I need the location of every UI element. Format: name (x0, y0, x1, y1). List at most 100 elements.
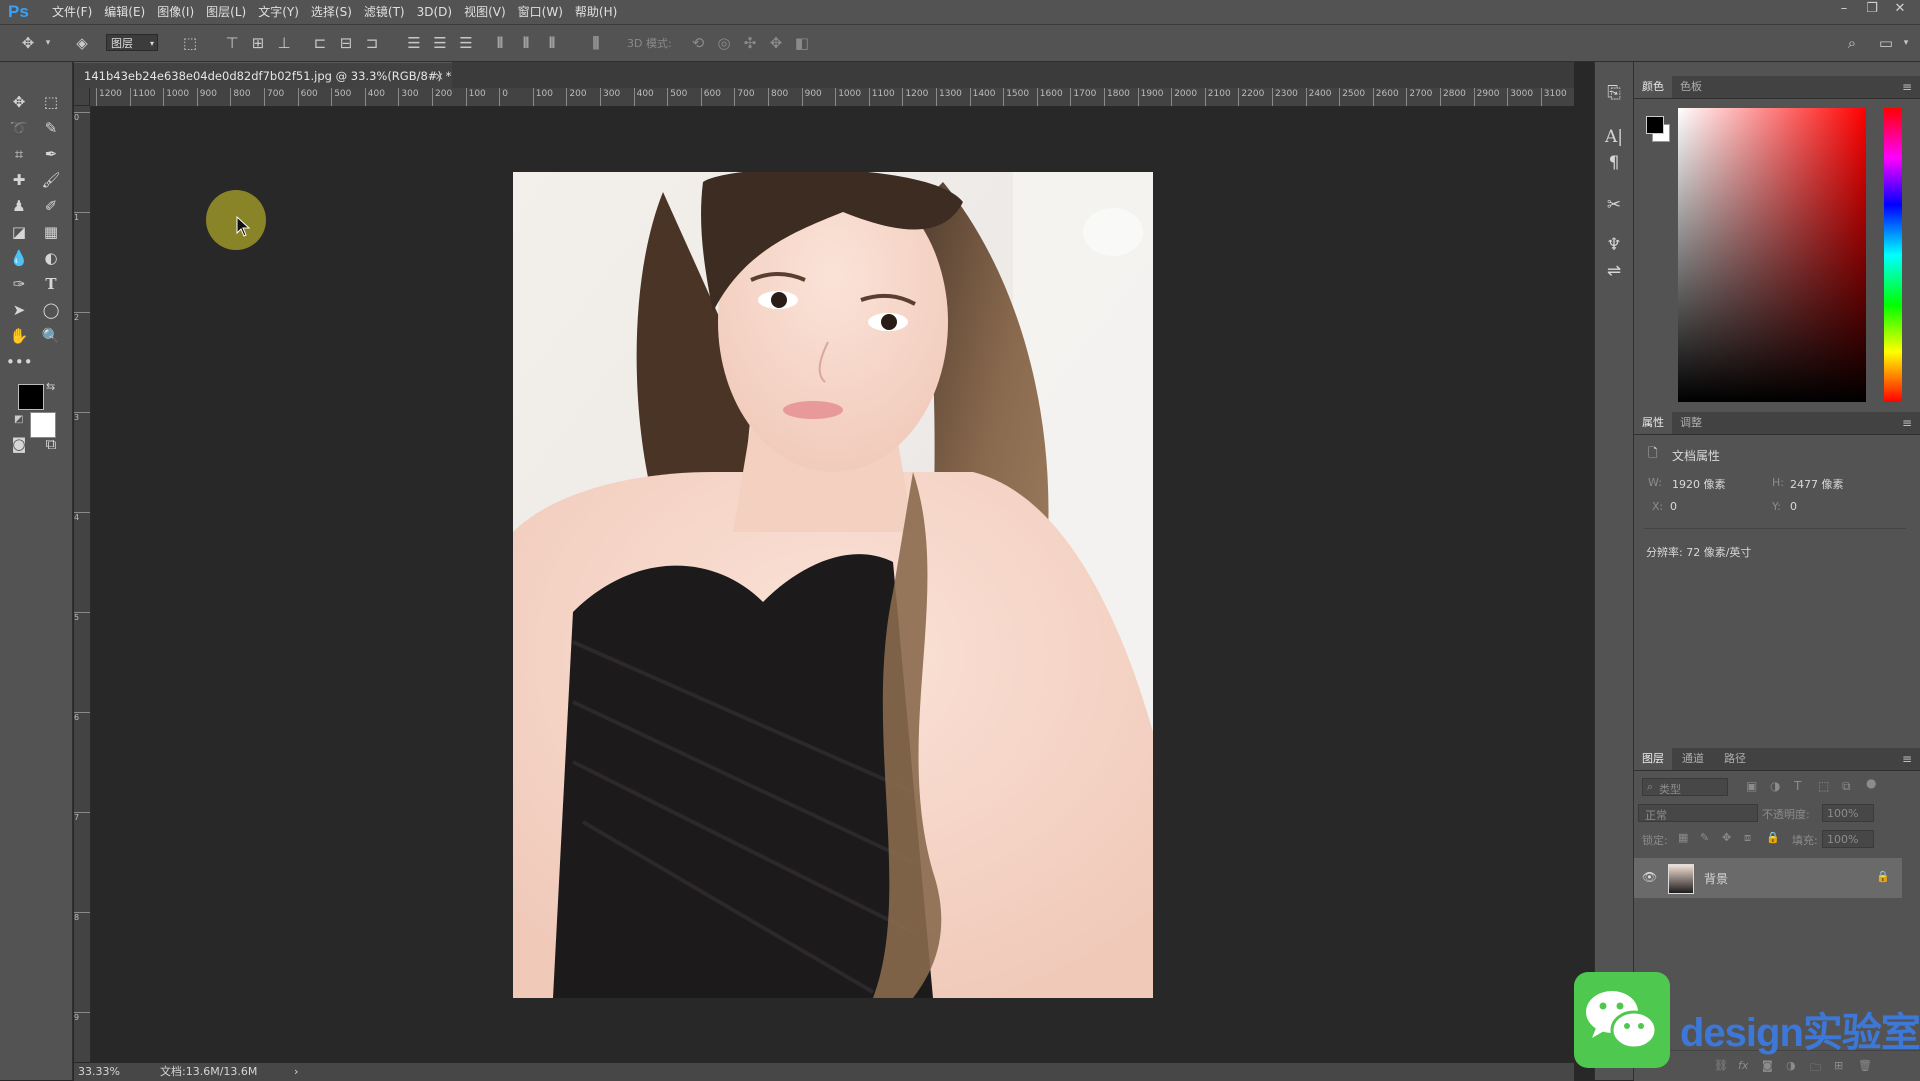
crop-tool-icon[interactable]: ⌗ (6, 142, 32, 166)
status-menu-arrow-icon[interactable]: › (294, 1063, 298, 1081)
lock-pixels-icon[interactable]: ✎ (1700, 831, 1709, 844)
tab-layers[interactable]: 图层 (1634, 748, 1672, 770)
document-tab[interactable]: 141b43eb24e638e04de0d82df7b02f51.jpg @ 3… (74, 62, 452, 88)
vertical-ruler[interactable]: 0 1 2 3 4 5 6 7 8 9 (74, 106, 91, 1062)
lock-all-icon[interactable]: 🔒 (1766, 831, 1780, 844)
clone-stamp-tool-icon[interactable]: ♟ (6, 194, 32, 218)
distribute-vcenter-icon[interactable]: ☰ (430, 33, 450, 53)
document-image[interactable] (513, 172, 1153, 998)
menu-3d[interactable]: 3D(D) (411, 0, 458, 24)
close-button[interactable]: ✕ (1886, 0, 1914, 18)
brush-tool-icon[interactable]: 🖌 (38, 168, 64, 192)
ruler-origin[interactable] (74, 88, 90, 106)
default-colors-icon[interactable]: ◩ (14, 414, 23, 425)
filter-toggle-icon[interactable]: ● (1866, 776, 1876, 790)
filter-type-icon[interactable]: T (1794, 779, 1801, 793)
restore-button[interactable]: ❐ (1858, 0, 1886, 18)
roll-3d-icon[interactable]: ◎ (714, 33, 734, 53)
auto-align-icon[interactable]: ⫼ (586, 33, 606, 53)
link-layers-icon[interactable]: ⛓ (1714, 1059, 1728, 1072)
more-tools-icon[interactable]: ••• (6, 350, 33, 374)
history-brush-tool-icon[interactable]: ✐ (38, 194, 64, 218)
horizontal-ruler[interactable]: 1200 1100 1000 900 800 700 600 500 400 300 200 100 0… (74, 88, 1574, 107)
hand-tool-icon[interactable]: ✋ (6, 324, 32, 348)
new-adjustment-icon[interactable]: ◑ (1786, 1059, 1796, 1072)
distribute-right-icon[interactable]: ⫴ (542, 33, 562, 53)
new-group-icon[interactable]: 🗀 (1810, 1059, 1821, 1078)
blur-tool-icon[interactable]: 💧 (6, 246, 32, 270)
orbit-3d-icon[interactable]: ⟲ (688, 33, 708, 53)
layer-filter-input[interactable]: ⌕ 类型 (1642, 778, 1728, 796)
distribute-top-icon[interactable]: ☰ (404, 33, 424, 53)
delete-layer-icon[interactable]: 🗑 (1858, 1059, 1872, 1072)
tool-preset-chevron-icon[interactable]: ▾ (38, 33, 58, 53)
menu-window[interactable]: 窗口(W) (512, 0, 569, 24)
panel-menu-icon[interactable]: ≡ (1902, 76, 1912, 98)
gradient-tool-icon[interactable]: ▦ (38, 220, 64, 244)
add-mask-icon[interactable]: ◙ (1762, 1059, 1773, 1072)
align-left-icon[interactable]: ⊏ (310, 33, 330, 53)
quick-mask-icon[interactable]: ◙ (6, 432, 32, 456)
character-panel-icon[interactable]: A| (1601, 124, 1627, 150)
close-tab-icon[interactable]: × (434, 63, 444, 89)
pan-3d-icon[interactable]: ✣ (740, 33, 760, 53)
layer-lock-icon[interactable]: 🔒 (1876, 870, 1890, 883)
menu-select[interactable]: 选择(S) (305, 0, 358, 24)
distribute-hcenter-icon[interactable]: ⫴ (516, 33, 536, 53)
slide-3d-icon[interactable]: ✥ (766, 33, 786, 53)
filter-pixel-icon[interactable]: ▣ (1746, 779, 1757, 793)
adjustments-icon[interactable]: ⇌ (1601, 258, 1627, 284)
menu-view[interactable]: 视图(V) (458, 0, 512, 24)
color-picker-field[interactable] (1678, 108, 1866, 402)
distribute-bottom-icon[interactable]: ☰ (456, 33, 476, 53)
eye-visibility-icon[interactable]: 👁 (1642, 870, 1657, 884)
menu-layer[interactable]: 图层(L) (200, 0, 252, 24)
tab-paths[interactable]: 路径 (1716, 748, 1754, 770)
paragraph-panel-icon[interactable]: ¶ (1601, 150, 1627, 176)
y-value[interactable]: 0 (1790, 500, 1797, 513)
eraser-tool-icon[interactable]: ◪ (6, 220, 32, 244)
filter-adjustment-icon[interactable]: ◑ (1770, 779, 1780, 793)
tool-presets-icon[interactable]: ✂ (1601, 192, 1627, 218)
tab-color[interactable]: 颜色 (1634, 76, 1672, 98)
tab-swatches[interactable]: 色板 (1672, 76, 1710, 98)
transform-controls-icon[interactable]: ⬚ (180, 33, 200, 53)
filter-shape-icon[interactable]: ⬚ (1818, 779, 1829, 793)
menu-image[interactable]: 图像(I) (151, 0, 200, 24)
marquee-tool-icon[interactable]: ⬚ (38, 90, 64, 114)
opacity-input[interactable]: 100% (1822, 804, 1874, 822)
filter-smart-object-icon[interactable]: ⧉ (1842, 779, 1851, 794)
move-tool-icon[interactable]: ✥ (6, 90, 32, 114)
panel-menu-icon[interactable]: ≡ (1902, 748, 1912, 770)
type-tool-icon[interactable]: T (38, 272, 64, 296)
lock-position-icon[interactable]: ✥ (1722, 831, 1731, 844)
height-value[interactable]: 2477 像素 (1790, 476, 1844, 492)
search-icon[interactable]: ⌕ (1842, 33, 1862, 53)
layer-row-background[interactable]: 👁 背景 🔒 (1634, 858, 1902, 898)
tab-properties[interactable]: 属性 (1634, 412, 1672, 434)
align-vcenter-icon[interactable]: ⊞ (248, 33, 268, 53)
tab-adjustments[interactable]: 调整 (1672, 412, 1710, 434)
layer-style-icon[interactable]: fx (1738, 1059, 1748, 1072)
foreground-color-swatch[interactable] (18, 384, 44, 410)
distribute-left-icon[interactable]: ⫴ (490, 33, 510, 53)
workspace-chevron-icon[interactable]: ▾ (1896, 33, 1916, 53)
screen-mode-icon[interactable]: ⧉ (38, 432, 64, 456)
align-right-icon[interactable]: ⊐ (362, 33, 382, 53)
menu-type[interactable]: 文字(Y) (252, 0, 305, 24)
lasso-tool-icon[interactable]: ➰ (6, 116, 32, 140)
swap-colors-icon[interactable]: ⇆ (46, 380, 55, 393)
dodge-tool-icon[interactable]: ◐ (38, 246, 64, 270)
pen-tool-icon[interactable]: ✑ (6, 272, 32, 296)
path-select-tool-icon[interactable]: ➤ (6, 298, 32, 322)
panel-menu-icon[interactable]: ≡ (1902, 412, 1912, 434)
brush-settings-icon[interactable]: ♆ (1601, 232, 1627, 258)
layer-name[interactable]: 背景 (1704, 870, 1728, 887)
history-panel-icon[interactable]: ⎘ (1601, 80, 1627, 106)
minimize-button[interactable]: – (1830, 0, 1858, 18)
color-fg-swatch[interactable] (1646, 116, 1664, 134)
auto-select-dropdown[interactable]: 图层 ▾ (106, 34, 158, 51)
fill-input[interactable]: 100% (1822, 830, 1874, 848)
auto-select-icon[interactable]: ◈ (72, 33, 92, 53)
blend-mode-select[interactable]: 正常 (1638, 804, 1758, 822)
